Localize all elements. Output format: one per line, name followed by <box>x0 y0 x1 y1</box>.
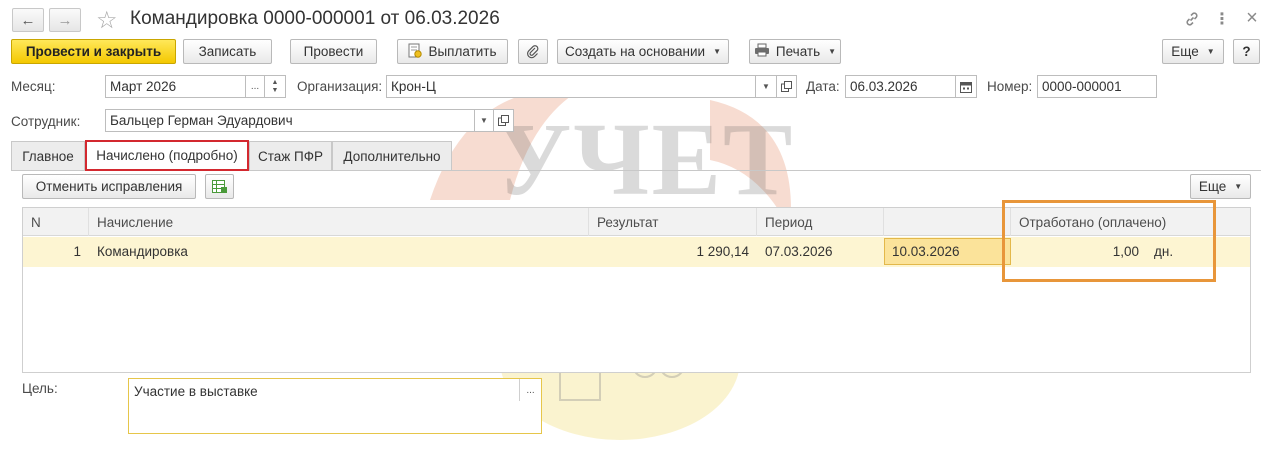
table-settings-button[interactable] <box>205 174 234 199</box>
row-accrual[interactable]: Командировка <box>97 237 188 266</box>
month-label: Месяц: <box>11 79 56 94</box>
column-header-accrual[interactable]: Начисление <box>89 208 589 236</box>
cancel-corrections-button[interactable]: Отменить исправления <box>22 174 196 199</box>
link-icon <box>1186 12 1198 26</box>
purpose-field[interactable]: Участие в выставке ... <box>128 378 542 434</box>
save-button[interactable]: Записать <box>183 39 272 64</box>
table-more-label: Еще <box>1198 179 1227 194</box>
arrow-left-icon: ← <box>20 11 36 29</box>
number-field[interactable]: 0000-000001 <box>1037 75 1157 98</box>
column-header-result[interactable]: Результат <box>589 208 757 236</box>
date-label: Дата: <box>806 79 840 94</box>
post-button[interactable]: Провести <box>290 39 377 64</box>
row-period-end[interactable]: 10.03.2026 <box>884 238 1011 265</box>
ellipsis-icon: ... <box>250 81 260 92</box>
employee-label: Сотрудник: <box>11 114 81 129</box>
column-header-n[interactable]: N <box>23 208 89 236</box>
worked-highlight-frame <box>1002 200 1216 282</box>
stepper-down-icon: ▼ <box>271 86 279 94</box>
employee-open-button[interactable] <box>493 109 514 132</box>
watermark-text-1: УЧЕТ <box>495 102 795 217</box>
caret-down-icon: ▼ <box>480 116 488 125</box>
help-button[interactable]: ? <box>1233 39 1260 64</box>
more-menu-button[interactable]: ⋮ <box>1211 8 1233 30</box>
arrow-right-icon: → <box>57 11 73 29</box>
month-select-button[interactable]: ... <box>245 75 265 98</box>
tab-additional[interactable]: Дополнительно <box>332 141 452 170</box>
paperclip-icon <box>527 45 539 59</box>
tab-accrued-detailed[interactable]: Начислено (подробно) <box>85 140 249 171</box>
favorite-button[interactable]: ☆ <box>96 6 118 35</box>
close-button[interactable]: × <box>1241 7 1263 29</box>
caret-down-icon: ▼ <box>1206 47 1215 56</box>
tab-main[interactable]: Главное <box>11 141 85 170</box>
attach-button[interactable] <box>518 39 548 64</box>
month-stepper[interactable]: ▲ ▼ <box>264 75 286 98</box>
column-header-period-end[interactable] <box>884 208 1011 236</box>
table-green-icon <box>211 179 227 193</box>
date-field[interactable]: 06.03.2026 <box>845 75 956 98</box>
date-calendar-button[interactable] <box>955 75 977 98</box>
close-icon: × <box>1246 6 1258 29</box>
print-button-label: Печать <box>775 44 821 59</box>
create-based-on-button[interactable]: Создать на основании ▼ <box>557 39 729 64</box>
post-and-close-button[interactable]: Провести и закрыть <box>11 39 176 64</box>
document-pay-icon <box>408 43 423 61</box>
caret-down-icon: ▼ <box>762 82 770 91</box>
pay-button[interactable]: Выплатить <box>397 39 508 64</box>
number-label: Номер: <box>987 79 1033 94</box>
organization-field[interactable]: Крон-Ц <box>386 75 756 98</box>
pay-button-label: Выплатить <box>428 44 497 59</box>
purpose-value: Участие в выставке <box>134 384 258 399</box>
open-form-icon <box>498 115 509 126</box>
stepper-up-icon: ▲ <box>271 78 279 86</box>
open-form-icon <box>781 81 792 92</box>
purpose-select-button[interactable]: ... <box>519 379 541 401</box>
print-button[interactable]: Печать ▼ <box>749 39 841 64</box>
calendar-icon <box>960 81 972 93</box>
printer-icon <box>754 43 770 60</box>
caret-down-icon: ▼ <box>713 47 721 56</box>
employee-dropdown-button[interactable]: ▼ <box>474 109 494 132</box>
more-vertical-icon: ⋮ <box>1214 11 1230 28</box>
table-more-button[interactable]: Еще ▼ <box>1190 174 1251 199</box>
organization-open-button[interactable] <box>776 75 797 98</box>
more-actions-button[interactable]: Еще ▼ <box>1162 39 1224 64</box>
link-button[interactable] <box>1181 8 1203 30</box>
more-actions-label: Еще <box>1171 44 1199 59</box>
caret-down-icon: ▼ <box>828 47 837 56</box>
column-header-period[interactable]: Период <box>757 208 884 236</box>
back-button[interactable]: ← <box>12 8 44 32</box>
row-number: 1 <box>73 244 81 259</box>
row-period-start[interactable]: 07.03.2026 <box>765 237 833 266</box>
star-icon: ☆ <box>96 7 118 34</box>
organization-label: Организация: <box>297 79 383 94</box>
organization-dropdown-button[interactable]: ▼ <box>755 75 777 98</box>
forward-button[interactable]: → <box>49 8 81 32</box>
create-based-on-label: Создать на основании <box>565 44 706 59</box>
purpose-label: Цель: <box>22 381 58 396</box>
page-title: Командировка 0000-000001 от 06.03.2026 <box>130 8 500 29</box>
row-result[interactable]: 1 290,14 <box>589 237 749 266</box>
employee-field[interactable]: Бальцер Герман Эдуардович <box>105 109 475 132</box>
ellipsis-icon: ... <box>526 384 535 396</box>
caret-down-icon: ▼ <box>1234 182 1243 191</box>
tab-pfr-experience[interactable]: Стаж ПФР <box>249 141 332 170</box>
month-field[interactable]: Март 2026 <box>105 75 246 98</box>
